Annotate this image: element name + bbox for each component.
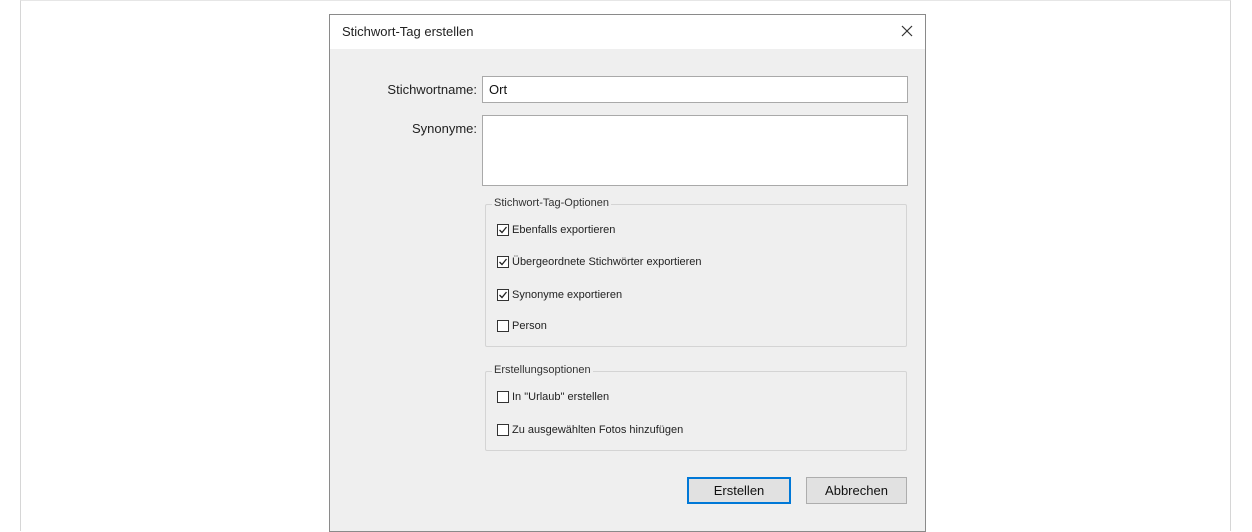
checkbox-box[interactable] xyxy=(497,424,509,436)
checkbox-box[interactable] xyxy=(497,224,509,236)
checkmark-icon xyxy=(499,258,508,266)
checkbox-label: Person xyxy=(512,320,547,332)
checkbox-label: Ebenfalls exportieren xyxy=(512,224,616,236)
creation-options-legend: Erstellungsoptionen xyxy=(492,364,593,376)
checkbox-label: Übergeordnete Stichwörter exportieren xyxy=(512,256,702,268)
keyword-tag-options-group: Stichwort-Tag-Optionen Ebenfalls exporti… xyxy=(485,197,907,347)
checkbox-create-in-urlaub[interactable]: In "Urlaub" erstellen xyxy=(497,391,609,403)
checkbox-box[interactable] xyxy=(497,256,509,268)
close-button[interactable] xyxy=(893,18,921,44)
checkmark-icon xyxy=(499,291,508,299)
checkbox-export-synonyms[interactable]: Synonyme exportieren xyxy=(497,289,622,301)
checkbox-label: In "Urlaub" erstellen xyxy=(512,391,610,403)
creation-options-group: Erstellungsoptionen In "Urlaub" erstelle… xyxy=(485,364,907,451)
checkbox-also-export[interactable]: Ebenfalls exportieren xyxy=(497,224,615,236)
checkbox-add-to-selected-photos[interactable]: Zu ausgewählten Fotos hinzufügen xyxy=(497,424,683,436)
dialog-titlebar: Stichwort-Tag erstellen xyxy=(330,15,925,49)
keyword-name-label: Stichwortname: xyxy=(387,82,477,97)
keyword-name-input[interactable] xyxy=(482,76,908,103)
checkbox-box[interactable] xyxy=(497,320,509,332)
cancel-button[interactable]: Abbrechen xyxy=(806,477,907,504)
create-keyword-tag-dialog: Stichwort-Tag erstellen Stichwortname: S… xyxy=(329,14,926,532)
checkbox-export-parent-keywords[interactable]: Übergeordnete Stichwörter exportieren xyxy=(497,256,702,268)
checkbox-person[interactable]: Person xyxy=(497,320,547,332)
keyword-tag-options-legend: Stichwort-Tag-Optionen xyxy=(492,197,611,209)
dialog-title: Stichwort-Tag erstellen xyxy=(342,24,474,39)
close-icon xyxy=(901,25,913,37)
checkmark-icon xyxy=(499,226,508,234)
create-button[interactable]: Erstellen xyxy=(687,477,791,504)
synonyms-label: Synonyme: xyxy=(411,121,477,136)
checkbox-label: Synonyme exportieren xyxy=(512,289,623,301)
checkbox-box[interactable] xyxy=(497,391,509,403)
checkbox-box[interactable] xyxy=(497,289,509,301)
synonyms-textarea[interactable] xyxy=(482,115,908,186)
checkbox-label: Zu ausgewählten Fotos hinzufügen xyxy=(512,424,684,436)
